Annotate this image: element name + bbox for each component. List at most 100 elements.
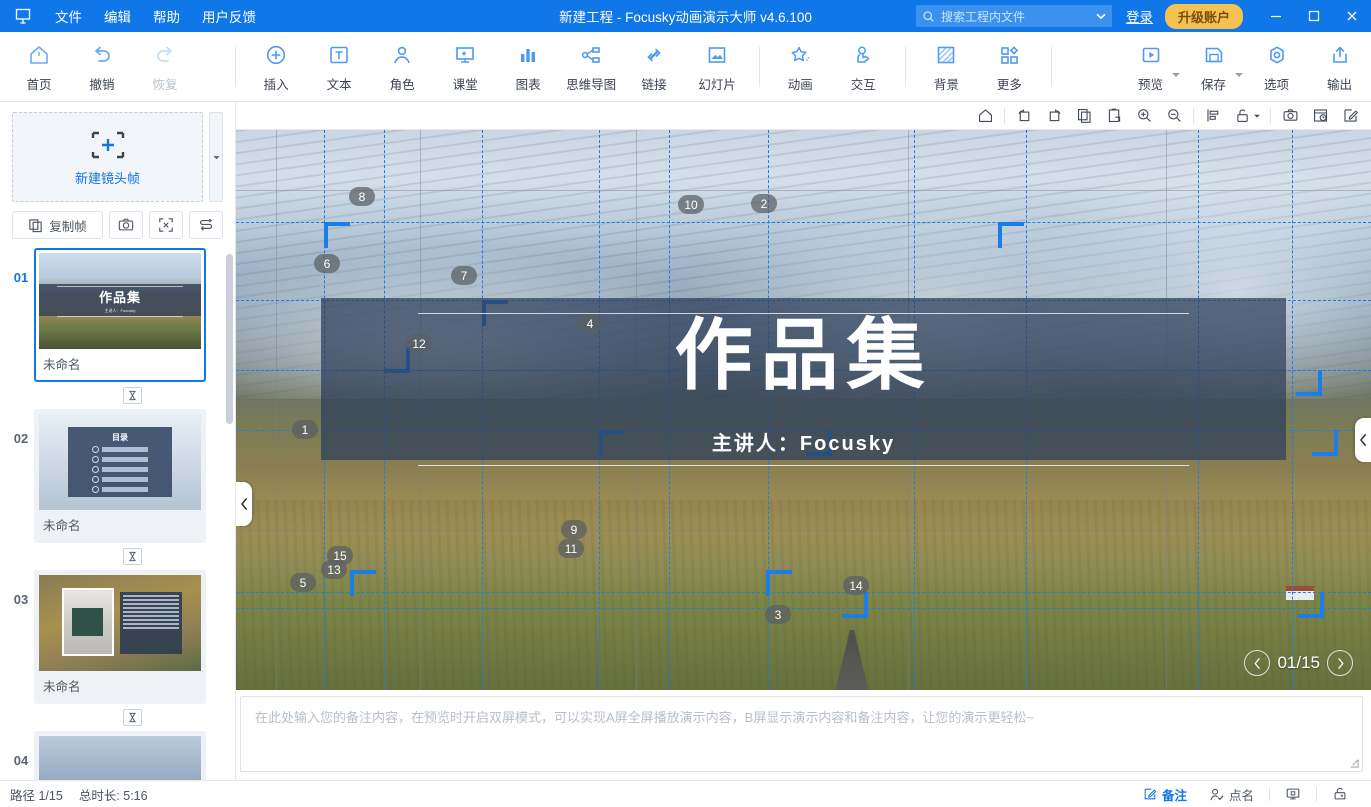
slides-list[interactable]: 01 作品集 主讲人：Focusky 未命名 02 目录 未命名 03 未命名 …	[0, 248, 235, 780]
screenshot-button[interactable]	[1275, 104, 1305, 128]
frame-badge[interactable]: 11	[558, 539, 584, 558]
slide-thumbnail-4[interactable]	[34, 731, 206, 780]
list-item[interactable]: 02 目录 未命名	[4, 409, 235, 543]
copy-button[interactable]	[1069, 104, 1099, 128]
lock-dropdown-button[interactable]	[1228, 104, 1266, 128]
frame-badge[interactable]: 14	[843, 576, 869, 595]
toolbar-background-button[interactable]: 背景	[915, 35, 978, 99]
chevron-down-icon[interactable]	[1096, 11, 1106, 21]
menu-item-feedback[interactable]: 用户反馈	[191, 1, 267, 31]
prev-slide-button[interactable]	[1244, 650, 1271, 676]
login-link[interactable]: 登录	[1126, 6, 1153, 26]
zoom-out-button[interactable]	[1159, 104, 1189, 128]
fit-frame-button[interactable]	[149, 211, 183, 239]
menu-item-edit[interactable]: 编辑	[93, 1, 142, 31]
frame-badge[interactable]: 4	[577, 314, 603, 333]
frame-badge[interactable]: 9	[561, 520, 587, 539]
capture-frame-button[interactable]	[109, 211, 143, 239]
frame-badge[interactable]: 6	[314, 254, 340, 273]
new-camera-frame-button[interactable]: 新建镜头帧	[12, 112, 203, 202]
maximize-icon[interactable]	[1295, 0, 1333, 32]
toolbar-classroom-button[interactable]: 课堂	[434, 35, 497, 99]
slides-scrollbar[interactable]	[226, 254, 233, 424]
notes-editor[interactable]: 在此处输入您的备注内容，在预览时开启双屏模式，可以实现A屏全屏播放演示内容，B屏…	[240, 696, 1363, 772]
frame-badge[interactable]: 13	[321, 560, 347, 579]
canvas-stage[interactable]: 作品集 主讲人：Focusky 8 10 2 6 7 4 12 1 9 11 1…	[236, 130, 1371, 690]
toolbar-redo-button[interactable]: 恢复	[134, 35, 197, 99]
frame-badge[interactable]: 12	[406, 334, 432, 353]
slide-subtitle[interactable]: 主讲人：Focusky	[321, 427, 1286, 456]
frame-badge[interactable]: 5	[290, 573, 316, 592]
list-item[interactable]: 03 未命名	[4, 570, 235, 704]
new-frame-scroll-button[interactable]	[209, 112, 223, 202]
toolbar-preview-button[interactable]: 预览	[1119, 35, 1182, 99]
list-item[interactable]: 01 作品集 主讲人：Focusky 未命名	[4, 248, 235, 382]
toolbar-chart-button[interactable]: 图表	[497, 35, 560, 99]
toolbar-animation-button[interactable]: 动画	[769, 35, 832, 99]
slide-thumbnail-3[interactable]: 未命名	[34, 570, 206, 704]
slide-canvas[interactable]: 作品集 主讲人：Focusky 8 10 2 6 7 4 12 1 9 11 1…	[236, 130, 1371, 690]
toolbar-link-button[interactable]: 链接	[623, 35, 686, 99]
timing-hourglass-icon[interactable]	[123, 387, 142, 404]
toolbar-home-button[interactable]: 首页	[8, 35, 71, 99]
toolbar-mindmap-button[interactable]: 思维导图	[560, 35, 623, 99]
notes-toggle-button[interactable]: 备注	[1132, 785, 1198, 804]
list-item[interactable]: 04	[4, 731, 235, 780]
toolbar-text-button[interactable]: 文本	[308, 35, 371, 99]
toolbar-slide-button[interactable]: 幻灯片	[686, 35, 749, 99]
toolbar-insert-button[interactable]: 插入	[245, 35, 308, 99]
upgrade-account-button[interactable]: 升级账户	[1164, 3, 1243, 29]
search-box[interactable]: 搜索工程内文件	[915, 5, 1112, 27]
chevron-down-icon[interactable]	[1172, 72, 1181, 77]
frame-path-button[interactable]	[189, 211, 223, 239]
chevron-down-icon[interactable]	[1235, 72, 1244, 77]
toolbar-more-button[interactable]: 更多	[978, 35, 1041, 99]
toolbar-save-button[interactable]: 保存	[1182, 35, 1245, 99]
minimize-icon[interactable]	[1257, 0, 1295, 32]
frame-badge[interactable]: 10	[678, 195, 704, 214]
rotate-right-button[interactable]	[1039, 104, 1069, 128]
slide-title[interactable]: 作品集	[321, 317, 1286, 395]
rotate-left-button[interactable]	[1009, 104, 1039, 128]
menu-item-help[interactable]: 帮助	[142, 1, 191, 31]
toolbar-interaction-label: 交互	[850, 77, 876, 92]
frame-badge[interactable]: 1	[292, 420, 318, 439]
zoom-in-button[interactable]	[1129, 104, 1159, 128]
notes-input[interactable]: 在此处输入您的备注内容，在预览时开启双屏模式，可以实现A屏全屏播放演示内容，B屏…	[255, 708, 1348, 728]
toolbar-interaction-button[interactable]: 交互	[832, 35, 895, 99]
toolbar-export-button[interactable]: 输出	[1308, 35, 1371, 99]
frame-badge[interactable]: 7	[451, 266, 477, 285]
frame-badge[interactable]: 8	[349, 187, 375, 206]
collapse-left-panel-handle[interactable]	[236, 482, 252, 526]
timing-hourglass-icon[interactable]	[123, 709, 142, 726]
slide-name[interactable]: 未命名	[39, 671, 201, 699]
slide-name[interactable]: 未命名	[39, 349, 201, 377]
frame-badge[interactable]: 3	[765, 605, 791, 624]
lock-button[interactable]	[1321, 786, 1359, 802]
selection-corner[interactable]	[1312, 430, 1338, 456]
frame-time-button[interactable]	[1305, 104, 1335, 128]
search-input[interactable]: 搜索工程内文件	[941, 8, 1096, 25]
align-button[interactable]	[1198, 104, 1228, 128]
toolbar-options-button[interactable]: 选项	[1245, 35, 1308, 99]
slide-thumbnail-2[interactable]: 目录 未命名	[34, 409, 206, 543]
canvas-home-button[interactable]	[970, 104, 1000, 128]
slide-thumbnail-1[interactable]: 作品集 主讲人：Focusky 未命名	[34, 248, 206, 382]
slide-title-block[interactable]: 作品集 主讲人：Focusky	[321, 298, 1286, 467]
title-bar: 文件 编辑 帮助 用户反馈 新建工程 - Focusky动画演示大师 v4.6.…	[0, 0, 1371, 32]
duplicate-frame-button[interactable]: 复制帧	[12, 211, 103, 239]
close-icon[interactable]	[1333, 0, 1371, 32]
presenter-view-button[interactable]	[1274, 786, 1312, 802]
edit-button[interactable]	[1335, 104, 1365, 128]
roll-call-button[interactable]: 点名	[1198, 785, 1265, 804]
toolbar-undo-button[interactable]: 撤销	[71, 35, 134, 99]
menu-item-file[interactable]: 文件	[44, 1, 93, 31]
frame-badge[interactable]: 2	[751, 194, 777, 213]
toolbar-character-button[interactable]: 角色	[371, 35, 434, 99]
paste-button[interactable]	[1099, 104, 1129, 128]
collapse-right-panel-handle[interactable]	[1355, 418, 1371, 462]
timing-hourglass-icon[interactable]	[123, 548, 142, 565]
next-slide-button[interactable]	[1327, 650, 1353, 676]
resize-handle-icon[interactable]	[1346, 755, 1359, 768]
slide-name[interactable]: 未命名	[39, 510, 201, 538]
